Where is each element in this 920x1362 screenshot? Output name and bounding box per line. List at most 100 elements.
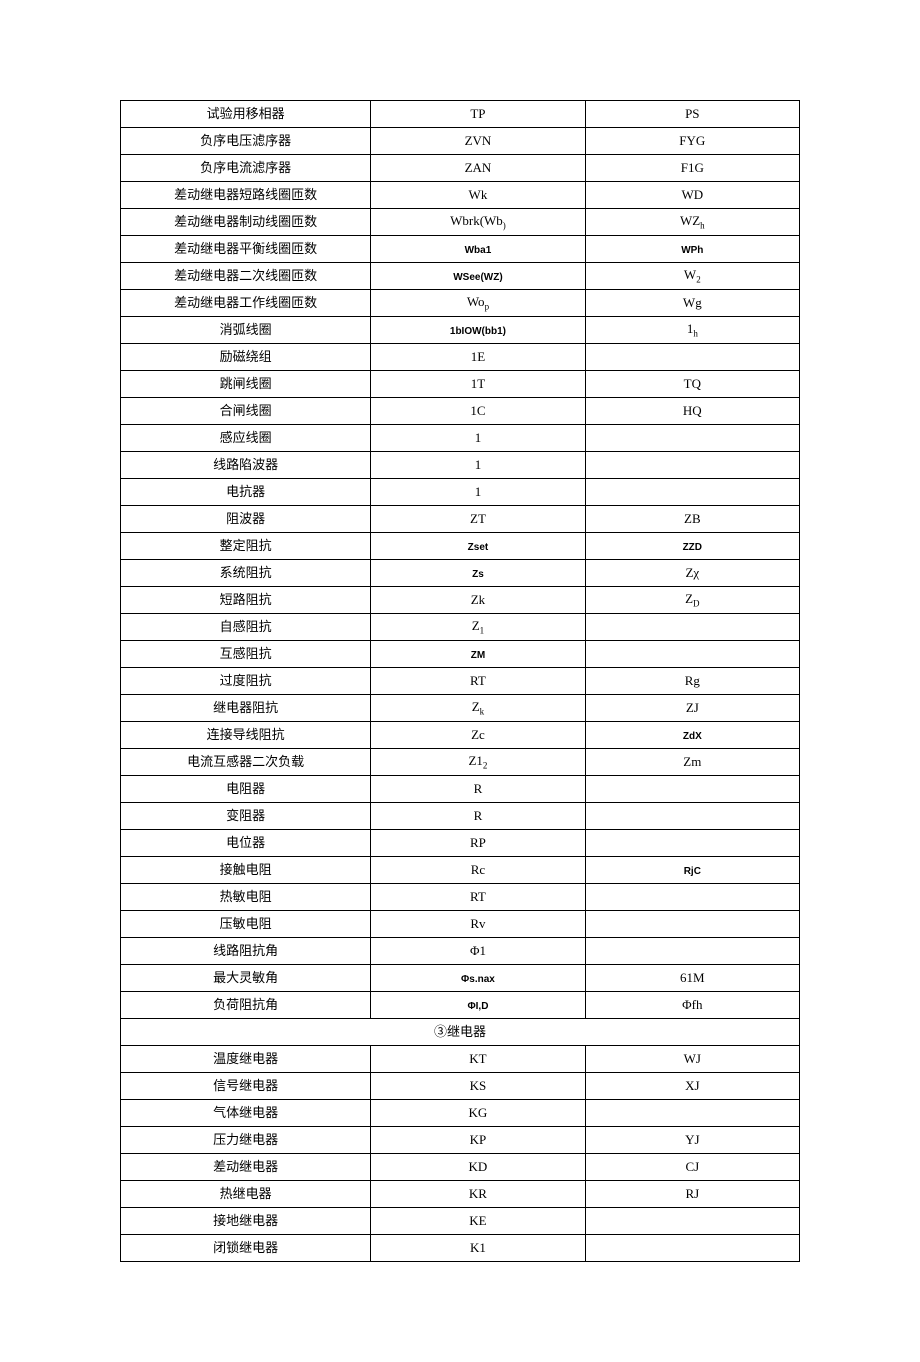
table-row: 差动继电器平衡线圈匝数Wba1WPh <box>121 236 800 263</box>
table-cell: Wk <box>371 182 585 209</box>
table-cell: Zm <box>585 749 799 776</box>
table-row: 阻波器ZTZB <box>121 506 800 533</box>
table-cell: 电阻器 <box>121 776 371 803</box>
table-row: 热继电器KRRJ <box>121 1181 800 1208</box>
table-cell: 1C <box>371 398 585 425</box>
table-cell: WSee(WZ) <box>371 263 585 290</box>
table-cell: 线路阻抗角 <box>121 938 371 965</box>
table-cell: XJ <box>585 1073 799 1100</box>
table-cell: 连接导线阻抗 <box>121 722 371 749</box>
table-cell: 互感阻抗 <box>121 641 371 668</box>
table-cell: Zc <box>371 722 585 749</box>
table-cell: ZZD <box>585 533 799 560</box>
table-cell: 温度继电器 <box>121 1046 371 1073</box>
table-cell: 整定阻抗 <box>121 533 371 560</box>
table-cell: Rc <box>371 857 585 884</box>
table-row: 继电器阻抗ZkZJ <box>121 695 800 722</box>
table-cell <box>585 1235 799 1262</box>
table-cell: 闭锁继电器 <box>121 1235 371 1262</box>
table-cell: 差动继电器二次线圈匝数 <box>121 263 371 290</box>
table-row: 合闸线圈1CHQ <box>121 398 800 425</box>
table-row: 跳闸线圈1TTQ <box>121 371 800 398</box>
table-cell: 差动继电器平衡线圈匝数 <box>121 236 371 263</box>
table-cell: CJ <box>585 1154 799 1181</box>
table-cell: 线路陷波器 <box>121 452 371 479</box>
table-cell: 1 <box>371 425 585 452</box>
table-cell <box>585 614 799 641</box>
table-cell: Z12 <box>371 749 585 776</box>
table-cell: 1E <box>371 344 585 371</box>
table-cell: WD <box>585 182 799 209</box>
table-row: 励磁绕组1E <box>121 344 800 371</box>
table-row: 负荷阻抗角ΦI,DΦfh <box>121 992 800 1019</box>
table-cell: Zk <box>371 695 585 722</box>
table-cell: HQ <box>585 398 799 425</box>
table-cell: Φfh <box>585 992 799 1019</box>
table-cell: RjC <box>585 857 799 884</box>
table-row: 电流互感器二次负载Z12Zm <box>121 749 800 776</box>
table-cell: 负序电压滤序器 <box>121 128 371 155</box>
table-cell: 差动继电器 <box>121 1154 371 1181</box>
table-cell: PS <box>585 101 799 128</box>
table-row: 负序电压滤序器ZVNFYG <box>121 128 800 155</box>
table-cell: Wba1 <box>371 236 585 263</box>
table-cell: ZdX <box>585 722 799 749</box>
table-cell: 自感阻抗 <box>121 614 371 641</box>
table-cell: 1 <box>371 452 585 479</box>
table-cell: 负序电流滤序器 <box>121 155 371 182</box>
section-header-row: ③继电器 <box>121 1019 800 1046</box>
table-cell: Rv <box>371 911 585 938</box>
table-row: 最大灵敏角Φs.nax61M <box>121 965 800 992</box>
table-cell: 跳闸线圈 <box>121 371 371 398</box>
table-cell: Wbrk(Wb) <box>371 209 585 236</box>
table-cell: Zset <box>371 533 585 560</box>
table-cell: 试验用移相器 <box>121 101 371 128</box>
table-row: 温度继电器KTWJ <box>121 1046 800 1073</box>
table-row: 试验用移相器TPPS <box>121 101 800 128</box>
table-cell: R <box>371 803 585 830</box>
table-cell: KD <box>371 1154 585 1181</box>
table-cell: RJ <box>585 1181 799 1208</box>
table-row: 电阻器R <box>121 776 800 803</box>
table-cell: Wop <box>371 290 585 317</box>
table-row: 变阻器R <box>121 803 800 830</box>
table-cell: Wg <box>585 290 799 317</box>
table-row: 接地继电器KE <box>121 1208 800 1235</box>
table-cell: 差动继电器制动线圈匝数 <box>121 209 371 236</box>
table-cell: Φs.nax <box>371 965 585 992</box>
table-row: 消弧线圈1bIOW(bb1)1h <box>121 317 800 344</box>
table-cell: FYG <box>585 128 799 155</box>
table-cell: 继电器阻抗 <box>121 695 371 722</box>
table-cell: 变阻器 <box>121 803 371 830</box>
table-cell: ZD <box>585 587 799 614</box>
table-cell <box>585 803 799 830</box>
table-row: 气体继电器KG <box>121 1100 800 1127</box>
section-header: ③继电器 <box>121 1019 800 1046</box>
table-cell <box>585 425 799 452</box>
table-cell <box>585 1100 799 1127</box>
table-cell: KT <box>371 1046 585 1073</box>
table-cell: 最大灵敏角 <box>121 965 371 992</box>
table-row: 接触电阻RcRjC <box>121 857 800 884</box>
table-cell <box>585 911 799 938</box>
table-cell <box>585 344 799 371</box>
table-cell: 差动继电器短路线圈匝数 <box>121 182 371 209</box>
table-cell <box>585 641 799 668</box>
table-cell: K1 <box>371 1235 585 1262</box>
table-cell: 励磁绕组 <box>121 344 371 371</box>
table-row: 差动继电器工作线圈匝数WopWg <box>121 290 800 317</box>
table-cell <box>585 776 799 803</box>
table-cell: ZVN <box>371 128 585 155</box>
table-cell: ZT <box>371 506 585 533</box>
table-row: 闭锁继电器K1 <box>121 1235 800 1262</box>
table-cell: 电位器 <box>121 830 371 857</box>
table-row: 过度阻抗RTRg <box>121 668 800 695</box>
table-cell: F1G <box>585 155 799 182</box>
table-cell: 接触电阻 <box>121 857 371 884</box>
table-cell: 1 <box>371 479 585 506</box>
table-cell: 消弧线圈 <box>121 317 371 344</box>
table-row: 短路阻抗ZkZD <box>121 587 800 614</box>
table-cell: 压力继电器 <box>121 1127 371 1154</box>
table-cell: 接地继电器 <box>121 1208 371 1235</box>
table-cell: KS <box>371 1073 585 1100</box>
